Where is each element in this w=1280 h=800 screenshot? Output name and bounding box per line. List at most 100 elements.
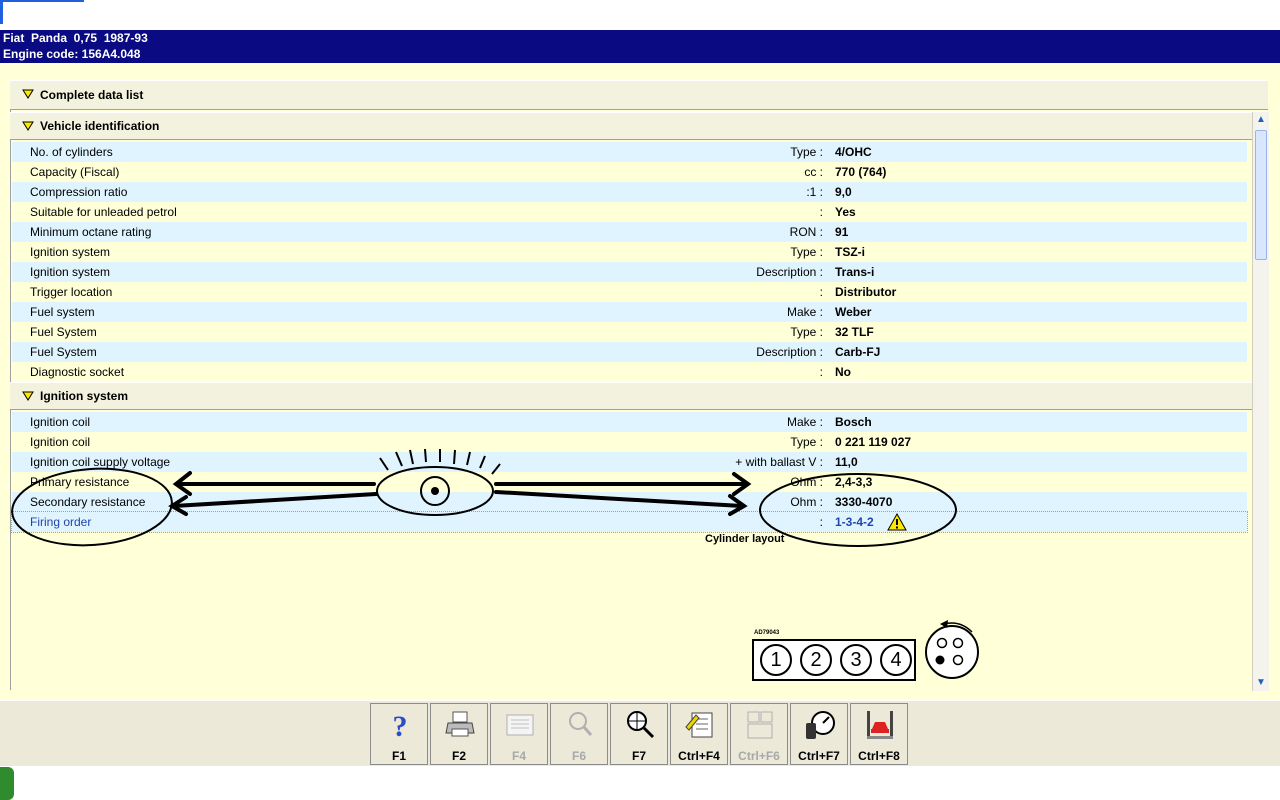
cylinder-layout-title: Cylinder layout — [705, 533, 785, 545]
diagram-code: AD79043 — [754, 630, 780, 636]
table-row[interactable]: Suitable for unleaded petrol: Yes — [12, 202, 1247, 222]
car-lift-button[interactable]: Ctrl+F8 — [850, 703, 908, 765]
cylinder-4: 4 — [880, 644, 912, 676]
row-label: Ignition system — [30, 265, 111, 279]
table-row[interactable]: Ignition coil Make : Bosch — [12, 412, 1247, 432]
button-label: F4 — [511, 749, 526, 763]
row-label: Diagnostic socket — [30, 365, 125, 379]
help-button[interactable]: ? F1 — [370, 703, 428, 765]
button-label: F1 — [391, 749, 406, 763]
table-row[interactable]: Minimum octane rating RON : 91 — [12, 222, 1247, 242]
row-value: 91 — [835, 225, 849, 239]
row-unit: : — [819, 205, 823, 219]
scroll-thumb[interactable] — [1255, 130, 1267, 260]
section-ignition-system[interactable]: Ignition system — [10, 382, 1268, 410]
table-row[interactable]: Fuel system Make : Weber — [12, 302, 1247, 322]
table-row[interactable]: Fuel System Type : 32 TLF — [12, 322, 1247, 342]
gauge-button[interactable]: Ctrl+F7 — [790, 703, 848, 765]
row-value: Weber — [835, 305, 872, 319]
row-label: Trigger location — [30, 285, 113, 299]
row-value: Carb-FJ — [835, 345, 881, 359]
row-unit: : — [819, 285, 823, 299]
engine-code: Engine code: 156A4.048 — [3, 47, 141, 61]
compare-button[interactable]: Ctrl+F6 — [730, 703, 788, 765]
row-value: TSZ-i — [835, 245, 865, 259]
table-row[interactable]: No. of cylinders Type : 4/OHC — [12, 142, 1247, 162]
notes-button[interactable]: Ctrl+F4 — [670, 703, 728, 765]
table-row[interactable]: Ignition system Description : Trans-i — [12, 262, 1247, 282]
row-value: 32 TLF — [835, 325, 874, 339]
table-row[interactable]: Diagnostic socket: No — [12, 362, 1247, 382]
print-button[interactable]: F2 — [430, 703, 488, 765]
section-title: Complete data list — [40, 88, 144, 102]
button-label: Ctrl+F8 — [858, 749, 900, 763]
list-button[interactable]: F4 — [490, 703, 548, 765]
button-label: Ctrl+F4 — [678, 749, 720, 763]
row-label: Capacity (Fiscal) — [30, 165, 120, 179]
row-unit: Type : — [790, 325, 823, 339]
scroll-down-button[interactable]: ▼ — [1253, 675, 1269, 691]
section-title: Vehicle identification — [40, 119, 160, 133]
row-unit: Description : — [756, 265, 823, 279]
cylinder-1: 1 — [760, 644, 792, 676]
row-label: No. of cylinders — [30, 145, 113, 159]
button-label: F7 — [631, 749, 646, 763]
compare-icon — [747, 711, 773, 739]
text-cursor — [0, 2, 3, 24]
help-icon: ? — [393, 710, 408, 741]
table-row[interactable]: Capacity (Fiscal) cc : 770 (764) — [12, 162, 1247, 182]
title-accent — [0, 0, 84, 2]
car-lift-icon — [867, 711, 893, 739]
section-complete-data-list[interactable]: Complete data list — [10, 80, 1268, 110]
row-unit: Type : — [790, 145, 823, 159]
row-value: Yes — [835, 205, 856, 219]
vertical-scrollbar[interactable]: ▲ ▼ — [1252, 112, 1269, 691]
table-row[interactable]: Ignition system Type : TSZ-i — [12, 242, 1247, 262]
table-row[interactable]: Fuel System Description : Carb-FJ — [12, 342, 1247, 362]
search-text-button[interactable]: F6 — [550, 703, 608, 765]
taskbar — [0, 766, 1280, 800]
button-label: F2 — [451, 749, 466, 763]
row-value: No — [835, 365, 851, 379]
row-value: Distributor — [835, 285, 897, 299]
function-key-toolbar: ? F1 F2 F4 F6 F7 Ctrl+F4 Ctrl+F6 Ctrl+F7… — [0, 700, 1280, 767]
collapse-triangle-icon — [22, 89, 34, 99]
row-unit: cc : — [804, 165, 823, 179]
table-row[interactable]: Compression ratio:1 : 9,0 — [12, 182, 1247, 202]
zoom-button[interactable]: F7 — [610, 703, 668, 765]
search-text-icon — [569, 712, 593, 736]
cylinder-2: 2 — [800, 644, 832, 676]
row-unit: Type : — [790, 245, 823, 259]
section-vehicle-identification[interactable]: Vehicle identification — [10, 112, 1268, 140]
row-label: Fuel System — [30, 325, 97, 339]
row-label: Ignition coil — [30, 415, 91, 429]
start-button[interactable] — [0, 767, 14, 800]
button-label: Ctrl+F7 — [798, 749, 840, 763]
row-label: Fuel system — [30, 305, 95, 319]
row-value: 4/OHC — [835, 145, 872, 159]
svg-text:?: ? — [393, 710, 408, 741]
collapse-triangle-icon — [22, 391, 34, 401]
row-unit: Make : — [786, 305, 823, 319]
cylinder-3: 3 — [840, 644, 872, 676]
section-title: Ignition system — [40, 389, 129, 403]
notes-icon — [685, 712, 713, 738]
button-label: F6 — [571, 749, 586, 763]
row-unit: Description : — [756, 345, 823, 359]
row-value: 770 (764) — [835, 165, 887, 179]
row-label: Fuel System — [30, 345, 97, 359]
zoom-icon — [627, 711, 655, 739]
distributor-cap-icon — [925, 620, 979, 679]
row-value: Bosch — [835, 415, 872, 429]
printer-icon — [445, 711, 475, 737]
row-label: Compression ratio — [30, 185, 128, 199]
row-unit: RON : — [789, 225, 823, 239]
row-unit: Make : — [786, 415, 823, 429]
table-row[interactable]: Trigger location: Distributor — [12, 282, 1247, 302]
hand-drawn-annotation — [11, 448, 957, 547]
vehicle-header: Fiat Panda 0,75 1987-93 Engine code: 156… — [0, 30, 1280, 63]
row-value: Trans-i — [835, 265, 875, 279]
scroll-up-button[interactable]: ▲ — [1253, 112, 1269, 128]
row-value: 9,0 — [835, 185, 852, 199]
row-label: Suitable for unleaded petrol — [30, 205, 177, 219]
